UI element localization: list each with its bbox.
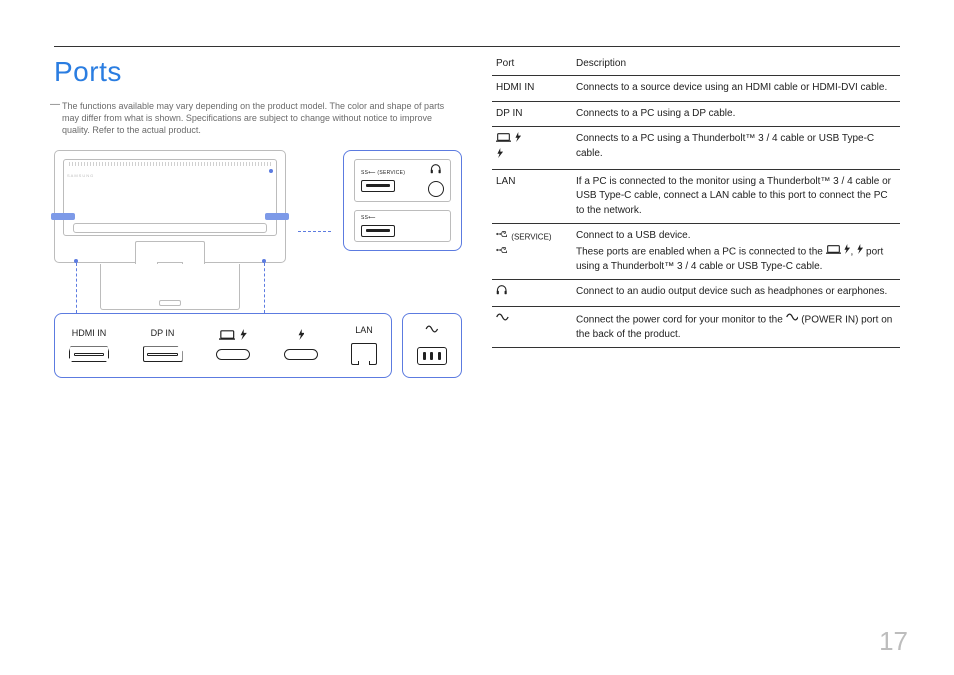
table-row: Connect the power cord for your monitor … [492,307,900,348]
port-description-table: Port Description HDMI IN Connects to a s… [492,56,900,348]
monitor-port-diagram: SAMSUNG [54,150,462,378]
side-usb-audio-callout: SS⟵ (SERVICE) SS⟵ [343,150,462,251]
port-cell-lan: LAN [492,169,572,224]
thunderbolt-port-1 [216,330,250,360]
table-row: Connect to an audio output device such a… [492,280,900,307]
laptop-icon [496,132,511,148]
usb-c-port-icon [284,349,318,360]
lan-port: LAN [351,324,377,365]
dp-port: DP IN [143,327,183,362]
sine-icon [424,324,440,337]
side-port-highlight-right-icon [265,213,289,220]
desc-cell: If a PC is connected to the monitor usin… [572,169,900,224]
thunderbolt-port-2 [284,330,318,360]
usb-ss-label: SS⟵ [361,215,444,221]
side-port-highlight-left-icon [51,213,75,220]
table-header-port: Port [492,56,572,76]
page-title: Ports [54,56,462,88]
power-in-port-icon [417,347,447,365]
port-cell-thunderbolt [492,127,572,170]
hdmi-port-icon [69,346,109,362]
bottom-connector-panel: HDMI IN DP IN [54,313,392,378]
bolt-icon [514,132,521,148]
table-row: (SERVICE) Connect to a USB device. These… [492,224,900,280]
desc-cell: Connects to a PC using a Thunderbolt™ 3 … [572,127,900,170]
hdmi-port: HDMI IN [69,327,109,362]
sine-icon [496,312,509,328]
usb-ss-icon [496,229,509,245]
headphones-icon [430,164,441,177]
port-cell-headphones [492,280,572,307]
desc-cell: Connects to a PC using a DP cable. [572,101,900,127]
usb-service-label: SS⟵ (SERVICE) [361,170,418,176]
bolt-icon [496,148,503,164]
ethernet-port-icon [351,343,377,365]
usb-a-port-icon [361,225,395,237]
bolt-icon [297,329,305,342]
desc-cell: Connect to an audio output device such a… [572,280,900,307]
callout-leader-horizontal-icon [298,231,331,232]
usb-c-port-icon [216,349,250,360]
port-cell-dp: DP IN [492,101,572,127]
usb-ss-icon [496,245,509,261]
left-column: Ports The functions available may vary d… [54,56,462,378]
laptop-icon [219,329,236,342]
model-variance-note: The functions available may vary dependi… [54,100,462,136]
laptop-icon [826,244,841,260]
table-row: DP IN Connects to a PC using a DP cable. [492,101,900,127]
rear-port-strip-outline [73,223,267,233]
monitor-back-view: SAMSUNG [54,150,286,263]
sine-icon [786,312,799,328]
page-number: 17 [879,626,908,657]
right-column: Port Description HDMI IN Connects to a s… [492,56,900,378]
desc-cell: Connect the power cord for your monitor … [572,307,900,348]
top-rule [54,46,900,47]
port-cell-power [492,307,572,348]
port-cell-hdmi: HDMI IN [492,76,572,102]
samsung-brand-mark: SAMSUNG [67,173,94,178]
power-panel [402,313,462,378]
desc-cell: Connects to a source device using an HDM… [572,76,900,102]
bolt-icon [239,329,247,342]
bolt-icon [843,244,850,260]
table-row: HDMI IN Connects to a source device usin… [492,76,900,102]
displayport-icon [143,346,183,362]
port-cell-usb-service: (SERVICE) [492,224,572,280]
audio-jack-icon [428,181,444,197]
table-row: Connects to a PC using a Thunderbolt™ 3 … [492,127,900,170]
bolt-icon [856,244,863,260]
headphones-icon [496,285,507,301]
table-row: LAN If a PC is connected to the monitor … [492,169,900,224]
table-header-description: Description [572,56,900,76]
callout-leader-to-bottom-panel [54,263,286,313]
desc-cell: Connect to a USB device. These ports are… [572,224,900,280]
usb-a-port-icon [361,180,395,192]
